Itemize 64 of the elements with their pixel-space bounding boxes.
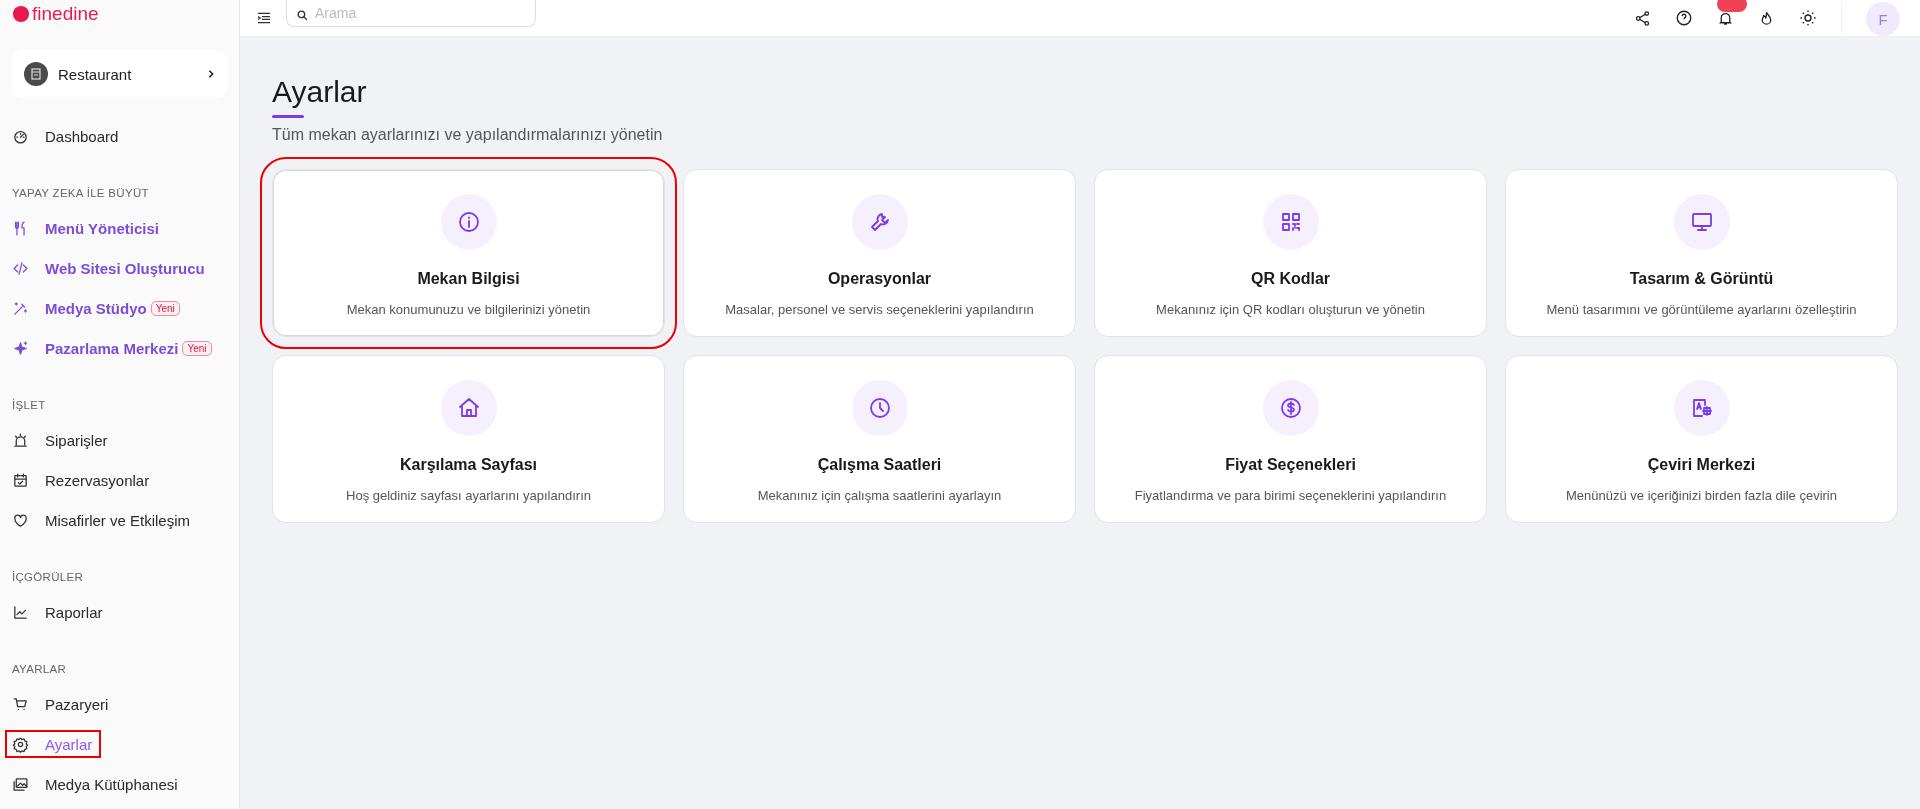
card-description: Masalar, personel ve servis seçeneklerini yapılandırın <box>725 302 1034 317</box>
cart-icon <box>12 695 29 713</box>
chevron-right-icon <box>207 70 215 78</box>
card-description: Mekan konumunuzu ve bilgilerinizi yönetin <box>346 302 591 317</box>
settings-card[interactable]: Tasarım & Görüntü Menü tasarımını ve görüntüleme ayarlarını özelleştirin <box>1505 169 1898 337</box>
settings-card[interactable]: Çeviri Merkezi Menünüzü ve içeriğinizi birden fazla dile çevirin <box>1505 355 1898 523</box>
nav-item[interactable]: Menü Yöneticisi <box>12 215 159 241</box>
nav-item[interactable]: Misafirler ve Etkileşim <box>12 507 191 533</box>
menu-icon[interactable] <box>256 10 272 26</box>
card-title: Fiyat Seçenekleri <box>1225 456 1356 474</box>
card-title: Çeviri Merkezi <box>1647 456 1756 474</box>
section-heading: AYARLAR <box>12 662 68 677</box>
card-description: Mekanınız için çalışma saatlerini ayarlayın <box>757 488 1002 503</box>
nav-item[interactable]: Pazarlama Merkezi <box>12 335 179 361</box>
store-icon <box>24 62 48 86</box>
new-badge: Yeni <box>150 300 180 316</box>
settings-card[interactable]: Fiyat Seçenekleri Fiyatlandırma ve para birimi seçeneklerini yapılandırın <box>1094 355 1487 523</box>
card-description: Fiyatlandırma ve para birimi seçeneklerini yapılandırın <box>1134 488 1447 503</box>
card-title: Operasyonlar <box>827 270 932 288</box>
line-chart-icon <box>12 603 29 621</box>
help-icon[interactable] <box>1675 9 1693 27</box>
search-field[interactable]: Arama <box>286 0 536 27</box>
images-icon <box>12 775 29 793</box>
alarm-light-icon <box>12 431 29 449</box>
card-description: Menü tasarımını ve görüntüleme ayarlarını özelleştirin <box>1546 302 1857 317</box>
card-title: Karşılama Sayfası <box>400 456 537 474</box>
card-description: Mekanınız için QR kodları oluşturun ve yönetin <box>1156 302 1425 317</box>
nav-item[interactable]: Medya Kütüphanesi <box>12 771 178 797</box>
heart-icon <box>12 511 29 529</box>
code-icon <box>12 259 29 277</box>
section-heading: YAPAY ZEKA İLE BÜYÜT <box>12 186 150 201</box>
section-heading: İÇGÖRÜLER <box>12 570 85 585</box>
settings-card[interactable]: QR Kodlar Mekanınız için QR kodları oluşturun ve yönetin <box>1094 169 1487 337</box>
venue-switcher[interactable]: Restaurant <box>12 50 227 98</box>
nav-item[interactable]: Pazaryeri <box>12 691 109 717</box>
card-title: Çalışma Saatleri <box>817 456 942 474</box>
new-badge: Yeni <box>182 340 212 356</box>
nav-item[interactable]: Ayarlar <box>12 731 93 757</box>
settings-card[interactable]: Çalışma Saatleri Mekanınız için çalışma saatlerini ayarlayın <box>683 355 1076 523</box>
calendar-check-icon <box>12 471 29 489</box>
magic-wand-icon <box>12 299 29 317</box>
section-heading: İŞLET <box>12 398 47 413</box>
nav-item[interactable]: Rezervasyonlar <box>12 467 150 493</box>
nav-item[interactable]: Siparişler <box>12 427 108 453</box>
logo-circle-icon <box>12 5 30 23</box>
sun-icon[interactable] <box>1799 9 1817 27</box>
page-title: Ayarlar <box>272 75 368 109</box>
card-title: Tasarım & Görüntü <box>1629 270 1774 288</box>
logo-text: finedine <box>32 3 99 25</box>
nav-item[interactable]: Medya Stüdyo <box>12 295 147 321</box>
share-icon[interactable] <box>1634 9 1651 27</box>
card-description: Hoş geldiniz sayfası ayarlarını yapılandırın <box>346 488 591 503</box>
sparkles-icon <box>12 339 29 357</box>
card-title: QR Kodlar <box>1250 270 1331 288</box>
card-title: Mekan Bilgisi <box>417 270 520 288</box>
nav-item[interactable]: Dashboard <box>12 123 119 149</box>
settings-card[interactable]: Karşılama Sayfası Hoş geldiniz sayfası ayarlarını yapılandırın <box>272 355 665 523</box>
nav-item[interactable]: Web Sitesi Oluşturucu <box>12 255 205 281</box>
search-icon <box>296 9 309 22</box>
card-description: Menünüzü ve içeriğinizi birden fazla dile çevirin <box>1566 488 1837 503</box>
settings-card[interactable]: Operasyonlar Masalar, personel ve servis seçeneklerini yapılandırın <box>683 169 1076 337</box>
settings-icon <box>12 735 29 753</box>
nav-item[interactable]: Raporlar <box>12 599 103 625</box>
page-subtitle: Tüm mekan ayarlarınızı ve yapılandırmalarınızı yönetin <box>272 126 664 144</box>
